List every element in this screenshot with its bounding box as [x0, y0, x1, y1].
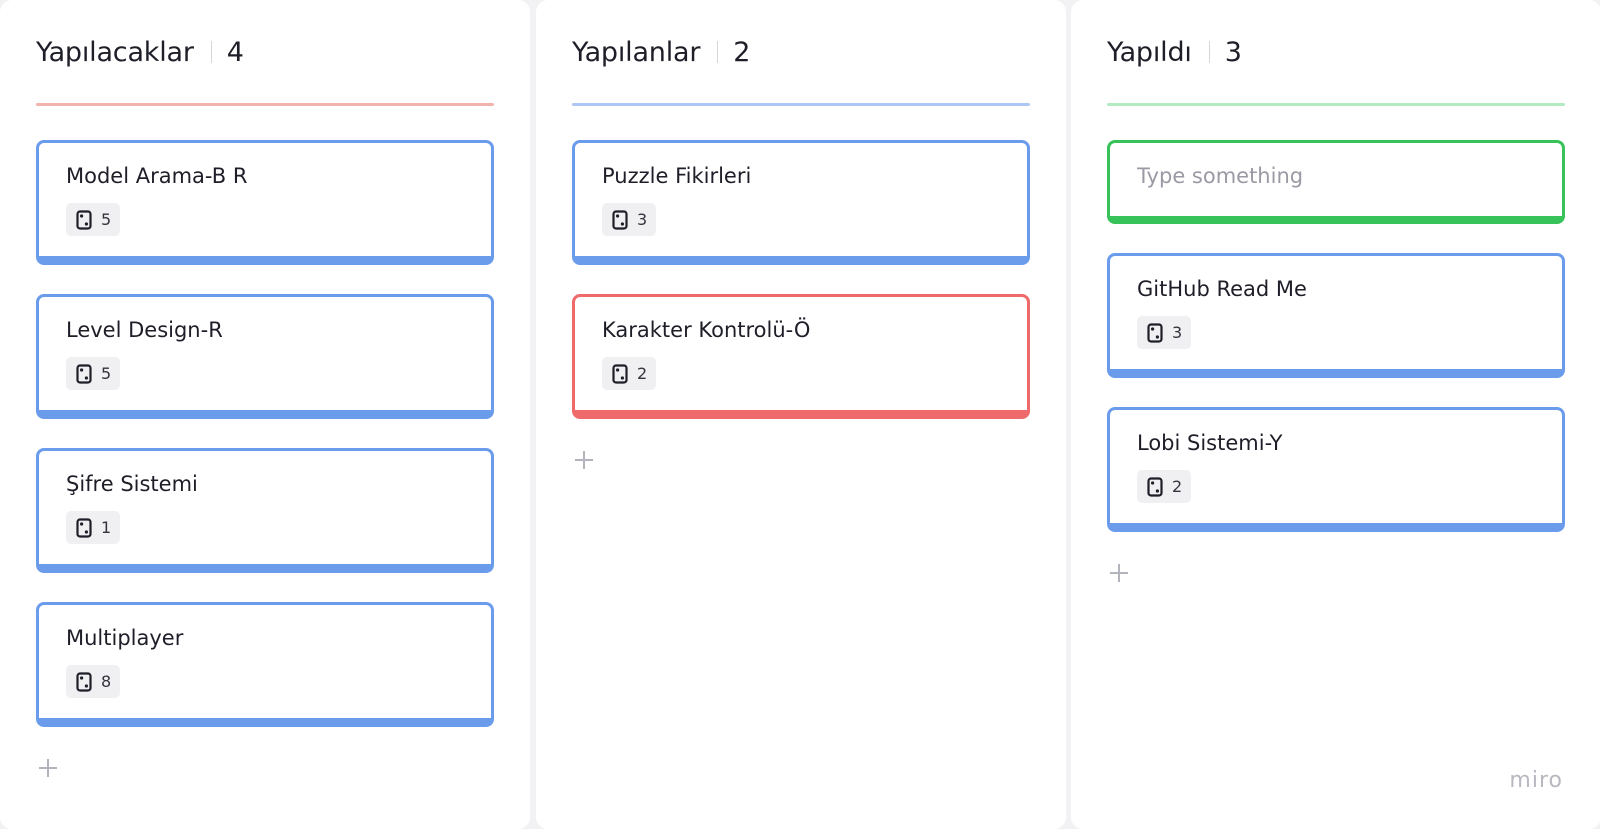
card-estimate-badge[interactable]: 5	[66, 357, 121, 390]
card-estimate-badge[interactable]: 3	[602, 203, 657, 236]
card-estimate-value: 3	[1172, 323, 1183, 342]
card-title[interactable]: Şifre Sistemi	[66, 469, 464, 499]
column-header[interactable]: Yapılanlar 2	[572, 34, 1030, 70]
card-estimate-icon	[76, 363, 92, 384]
card-item[interactable]: Multiplayer 8	[36, 602, 494, 727]
card-estimate-icon	[76, 209, 92, 230]
column-title[interactable]: Yapılacaklar	[36, 37, 194, 68]
column-card-count: 3	[1224, 36, 1242, 68]
card-estimate-value: 5	[101, 364, 112, 383]
new-card-draft[interactable]	[1107, 140, 1565, 224]
card-title[interactable]: Multiplayer	[66, 623, 464, 653]
column-card-count: 2	[733, 36, 751, 68]
card-title[interactable]: Lobi Sistemi-Y	[1137, 428, 1535, 458]
card-list: Model Arama-B R 5 Level Design-R 5 Şifre…	[36, 140, 494, 780]
card-estimate-icon	[76, 671, 92, 692]
card-estimate-badge[interactable]: 3	[1137, 316, 1192, 349]
card-item[interactable]: Model Arama-B R 5	[36, 140, 494, 265]
add-card-plus-icon[interactable]	[1107, 561, 1131, 585]
column-color-line	[572, 103, 1030, 106]
card-list: Puzzle Fikirleri 3 Karakter Kontrolü-Ö 2	[572, 140, 1030, 472]
column-color-line	[1107, 103, 1565, 106]
card-estimate-value: 2	[1172, 477, 1183, 496]
card-item[interactable]: Şifre Sistemi 1	[36, 448, 494, 573]
column-header-divider	[717, 41, 719, 63]
card-estimate-icon	[1147, 322, 1163, 343]
add-card-plus-icon[interactable]	[36, 756, 60, 780]
column-yapilacaklar: Yapılacaklar 4 Model Arama-B R 5 Level D…	[0, 0, 530, 829]
card-estimate-badge[interactable]: 2	[602, 357, 657, 390]
miro-logo: miro	[1509, 768, 1563, 793]
card-estimate-badge[interactable]: 1	[66, 511, 121, 544]
card-estimate-value: 2	[637, 364, 648, 383]
card-title[interactable]: Model Arama-B R	[66, 161, 464, 191]
column-yapildi: Yapıldı 3 GitHub Read Me 3 Lobi Sistemi-…	[1071, 0, 1600, 829]
card-estimate-value: 8	[101, 672, 112, 691]
column-header[interactable]: Yapıldı 3	[1107, 34, 1565, 70]
card-item[interactable]: Karakter Kontrolü-Ö 2	[572, 294, 1030, 419]
card-estimate-icon	[612, 363, 628, 384]
column-yapilanlar: Yapılanlar 2 Puzzle Fikirleri 3 Karakter…	[536, 0, 1066, 829]
card-list: GitHub Read Me 3 Lobi Sistemi-Y 2	[1107, 140, 1565, 585]
card-estimate-icon	[76, 517, 92, 538]
card-item[interactable]: Lobi Sistemi-Y 2	[1107, 407, 1565, 532]
new-card-input[interactable]	[1137, 161, 1535, 191]
add-card-plus-icon[interactable]	[572, 448, 596, 472]
column-header-divider	[210, 41, 212, 63]
card-item[interactable]: Puzzle Fikirleri 3	[572, 140, 1030, 265]
card-estimate-value: 5	[101, 210, 112, 229]
card-title[interactable]: Level Design-R	[66, 315, 464, 345]
column-color-line	[36, 103, 494, 106]
card-title[interactable]: GitHub Read Me	[1137, 274, 1535, 304]
card-estimate-icon	[1147, 476, 1163, 497]
card-estimate-value: 1	[101, 518, 112, 537]
card-estimate-value: 3	[637, 210, 648, 229]
kanban-board: Yapılacaklar 4 Model Arama-B R 5 Level D…	[0, 0, 1600, 829]
column-card-count: 4	[226, 36, 244, 68]
column-title[interactable]: Yapıldı	[1107, 37, 1192, 68]
card-title[interactable]: Karakter Kontrolü-Ö	[602, 315, 1000, 345]
card-item[interactable]: GitHub Read Me 3	[1107, 253, 1565, 378]
card-title[interactable]: Puzzle Fikirleri	[602, 161, 1000, 191]
column-header-divider	[1208, 41, 1210, 63]
card-item[interactable]: Level Design-R 5	[36, 294, 494, 419]
card-estimate-badge[interactable]: 5	[66, 203, 121, 236]
column-header[interactable]: Yapılacaklar 4	[36, 34, 494, 70]
column-title[interactable]: Yapılanlar	[572, 37, 700, 68]
card-estimate-badge[interactable]: 8	[66, 665, 121, 698]
card-estimate-icon	[612, 209, 628, 230]
card-estimate-badge[interactable]: 2	[1137, 470, 1192, 503]
